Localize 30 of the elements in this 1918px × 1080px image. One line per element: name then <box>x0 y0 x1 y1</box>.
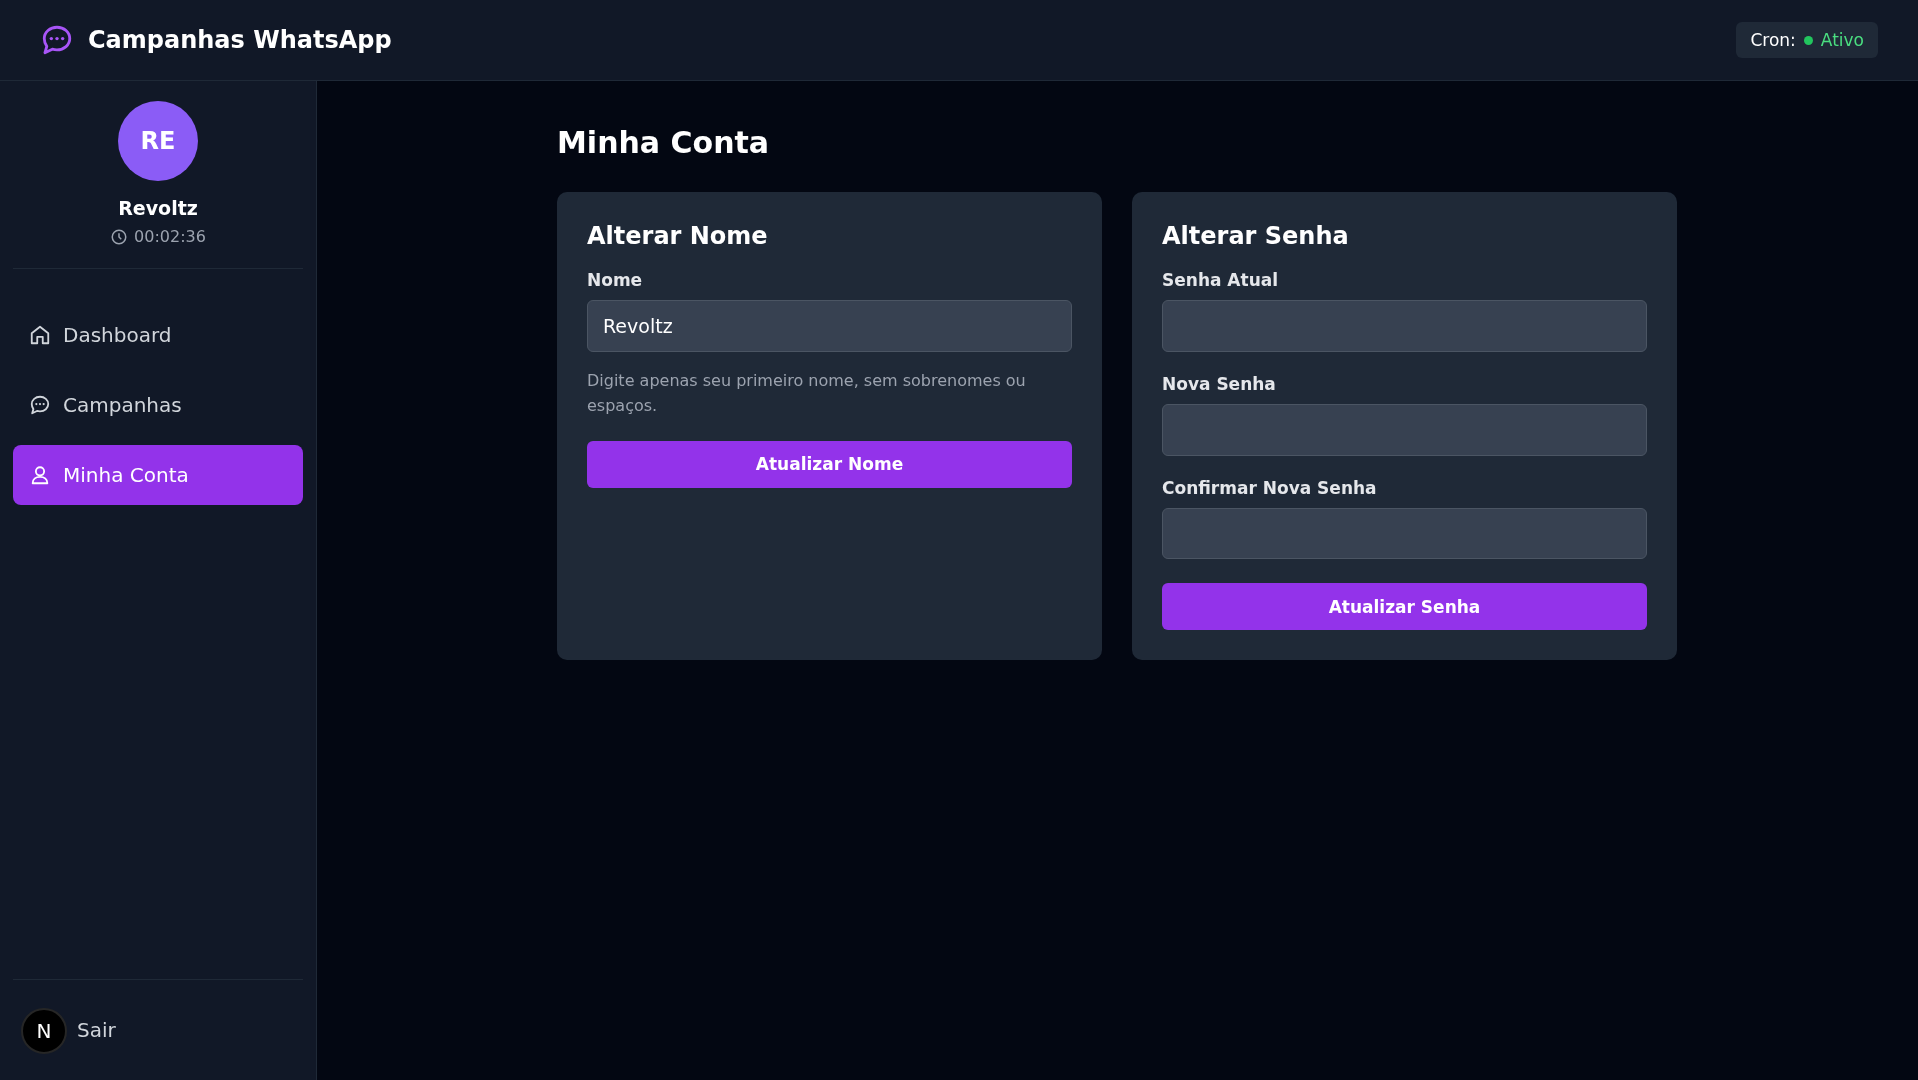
user-icon <box>29 464 51 486</box>
field-label: Senha Atual <box>1162 270 1280 290</box>
nav-item[interactable]: Dashboard <box>13 305 303 365</box>
field-label: Nome <box>587 270 644 290</box>
field-label: Confirmar Nova Senha <box>1162 477 1378 498</box>
chat-bubble-icon <box>29 394 51 416</box>
page-title: Minha Conta <box>557 125 771 160</box>
dev-badge[interactable]: N <box>21 1008 67 1054</box>
card-title: Alterar Senha <box>1162 222 1350 250</box>
logout-link[interactable]: Sair <box>77 1018 116 1042</box>
home-icon <box>29 324 51 346</box>
field-label: Nova Senha <box>1162 373 1277 394</box>
submit-button[interactable]: Atualizar Senha <box>1162 583 1647 630</box>
submit-button[interactable]: Atualizar Nome <box>587 440 1072 488</box>
input-field[interactable] <box>1162 507 1647 560</box>
card-title: Alterar Nome <box>587 222 769 250</box>
app-title: Campanhas WhatsApp <box>88 26 392 54</box>
session-time: 00:02:36 <box>134 227 206 246</box>
input-field[interactable]: Revoltz <box>587 300 1072 352</box>
user-name: Revoltz <box>118 197 198 219</box>
cron-label: Cron: <box>1750 30 1796 50</box>
cron-status: Ativo <box>1820 30 1864 50</box>
nav-item[interactable]: Minha Conta <box>13 445 303 505</box>
user-avatar: RE <box>118 101 198 181</box>
chat-bubble-icon <box>40 23 74 57</box>
input-field[interactable] <box>1162 403 1647 456</box>
input-field[interactable] <box>1162 300 1647 352</box>
field-hint: Digite apenas seu primeiro nome, sem sobrenomes ou espaços. <box>587 370 1027 417</box>
nav-item[interactable]: Campanhas <box>13 375 303 435</box>
clock-icon <box>110 227 129 246</box>
